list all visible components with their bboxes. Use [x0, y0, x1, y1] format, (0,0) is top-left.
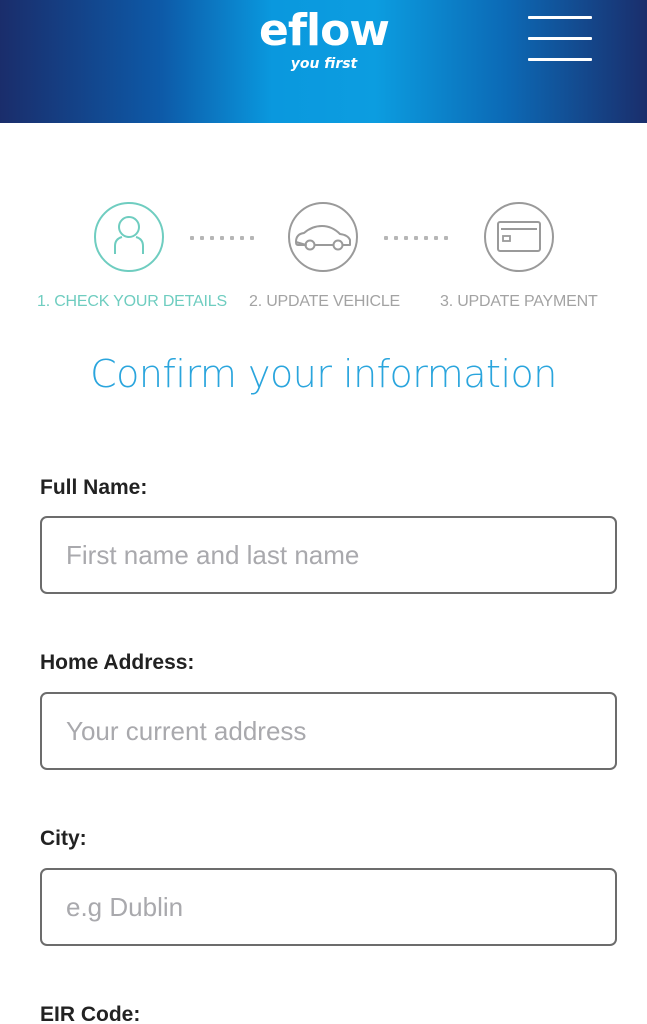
app-header: eflow you first: [0, 0, 647, 123]
full-name-input[interactable]: [40, 516, 617, 594]
car-icon: [295, 225, 351, 251]
eflow-logo[interactable]: eflow you first: [246, 8, 402, 78]
menu-bar: [528, 37, 592, 40]
step-1-indicator: [94, 202, 164, 272]
home-address-label: Home Address:: [40, 651, 195, 674]
logo-wordmark: eflow: [259, 5, 390, 56]
step-connector: [384, 236, 448, 240]
step-2-indicator: [288, 202, 358, 272]
home-address-input[interactable]: [40, 692, 617, 770]
eir-code-label: EIR Code:: [40, 1003, 141, 1024]
hamburger-menu-icon[interactable]: [528, 14, 592, 64]
menu-bar: [528, 16, 592, 19]
page-title: Confirm your information: [90, 352, 557, 396]
step-2-label: 2. UPDATE VEHICLE: [249, 293, 401, 310]
logo-tagline: you first: [290, 56, 358, 72]
city-input[interactable]: [40, 868, 617, 946]
user-icon: [114, 216, 144, 254]
step-3-indicator: [484, 202, 554, 272]
credit-card-icon: [497, 221, 541, 252]
step-3-label: 3. UPDATE PAYMENT: [440, 293, 598, 310]
city-label: City:: [40, 827, 87, 850]
step-connector: [190, 236, 254, 240]
step-1-label: 1. CHECK YOUR DETAILS: [37, 293, 227, 310]
menu-bar: [528, 58, 592, 61]
full-name-label: Full Name:: [40, 476, 148, 499]
